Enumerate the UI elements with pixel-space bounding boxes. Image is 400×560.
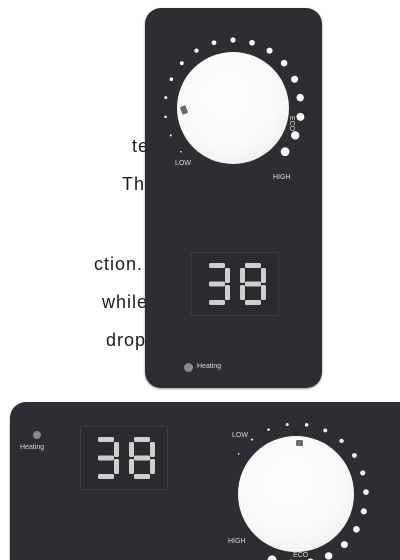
horizontal-temperature-knob[interactable]: [238, 436, 354, 552]
scale-dot: [296, 93, 304, 102]
scale-dot: [267, 428, 270, 431]
segment-b: [261, 268, 266, 283]
segment-b: [225, 268, 230, 283]
scale-dot: [291, 131, 300, 140]
scale-dot: [179, 61, 184, 66]
scale-dot: [169, 134, 172, 137]
seven-segment-digits: [209, 263, 266, 305]
segment-c: [225, 285, 230, 300]
scale-dot: [280, 59, 288, 67]
scale-dot: [230, 37, 236, 43]
vertical-status-label: Heating: [197, 363, 222, 370]
bg-text-line-3: ction.: [94, 254, 144, 274]
scale-dot: [267, 555, 277, 560]
scale-dot: [323, 428, 328, 433]
scale-dot: [363, 489, 369, 495]
scale-dot: [237, 453, 240, 455]
segment-d: [245, 300, 261, 305]
pointer-notch-icon: [179, 105, 189, 115]
segment-g: [209, 281, 225, 287]
scale-dot: [250, 438, 253, 441]
scale-dot: [352, 453, 357, 458]
scale-dot: [164, 96, 168, 100]
segment-a: [209, 263, 225, 268]
vertical-label-low: LOW: [175, 160, 191, 167]
scale-dot: [266, 47, 273, 54]
scale-dot: [296, 112, 305, 121]
scale-dot: [353, 526, 360, 533]
segment-g: [245, 281, 261, 287]
scale-dot: [304, 423, 309, 427]
vertical-temperature-knob[interactable]: [177, 52, 289, 164]
scale-dot: [291, 75, 299, 83]
scale-dot: [169, 77, 174, 81]
scale-dot: [280, 147, 290, 157]
horizontal-label-high: HIGH: [228, 538, 246, 545]
scale-dot: [249, 39, 255, 46]
scale-dot: [211, 40, 217, 46]
vertical-label-high: HIGH: [273, 174, 291, 181]
vertical-control-panel: LOW HIGH ECO 38 Heating: [145, 8, 322, 388]
scale-dot: [194, 48, 199, 53]
scale-dot: [180, 150, 182, 153]
status-dot-icon: [184, 363, 193, 372]
scale-dot: [340, 541, 348, 549]
segment-e: [240, 285, 245, 300]
pointer-notch-icon: [296, 440, 303, 446]
bg-text-line-4: while: [102, 292, 149, 312]
vertical-temperature-display: 38: [191, 252, 279, 316]
scale-dot: [285, 423, 289, 427]
horizontal-control-panel: Heating 38 LOW HIGH ECO: [10, 402, 400, 560]
scale-dot: [360, 508, 367, 515]
scale-dot: [339, 438, 344, 444]
background-document-text: ted. The ction. while drops: [0, 0, 165, 400]
segment-a: [245, 263, 261, 268]
scale-dot: [360, 470, 366, 476]
horizontal-label-eco: ECO: [293, 552, 309, 559]
segment-d: [209, 300, 225, 305]
vertical-label-eco: ECO: [288, 116, 295, 132]
horizontal-label-low: LOW: [232, 432, 248, 439]
segment-c: [261, 285, 266, 300]
scale-dot: [164, 115, 167, 119]
segment-f: [240, 268, 245, 283]
scale-dot: [324, 552, 333, 560]
